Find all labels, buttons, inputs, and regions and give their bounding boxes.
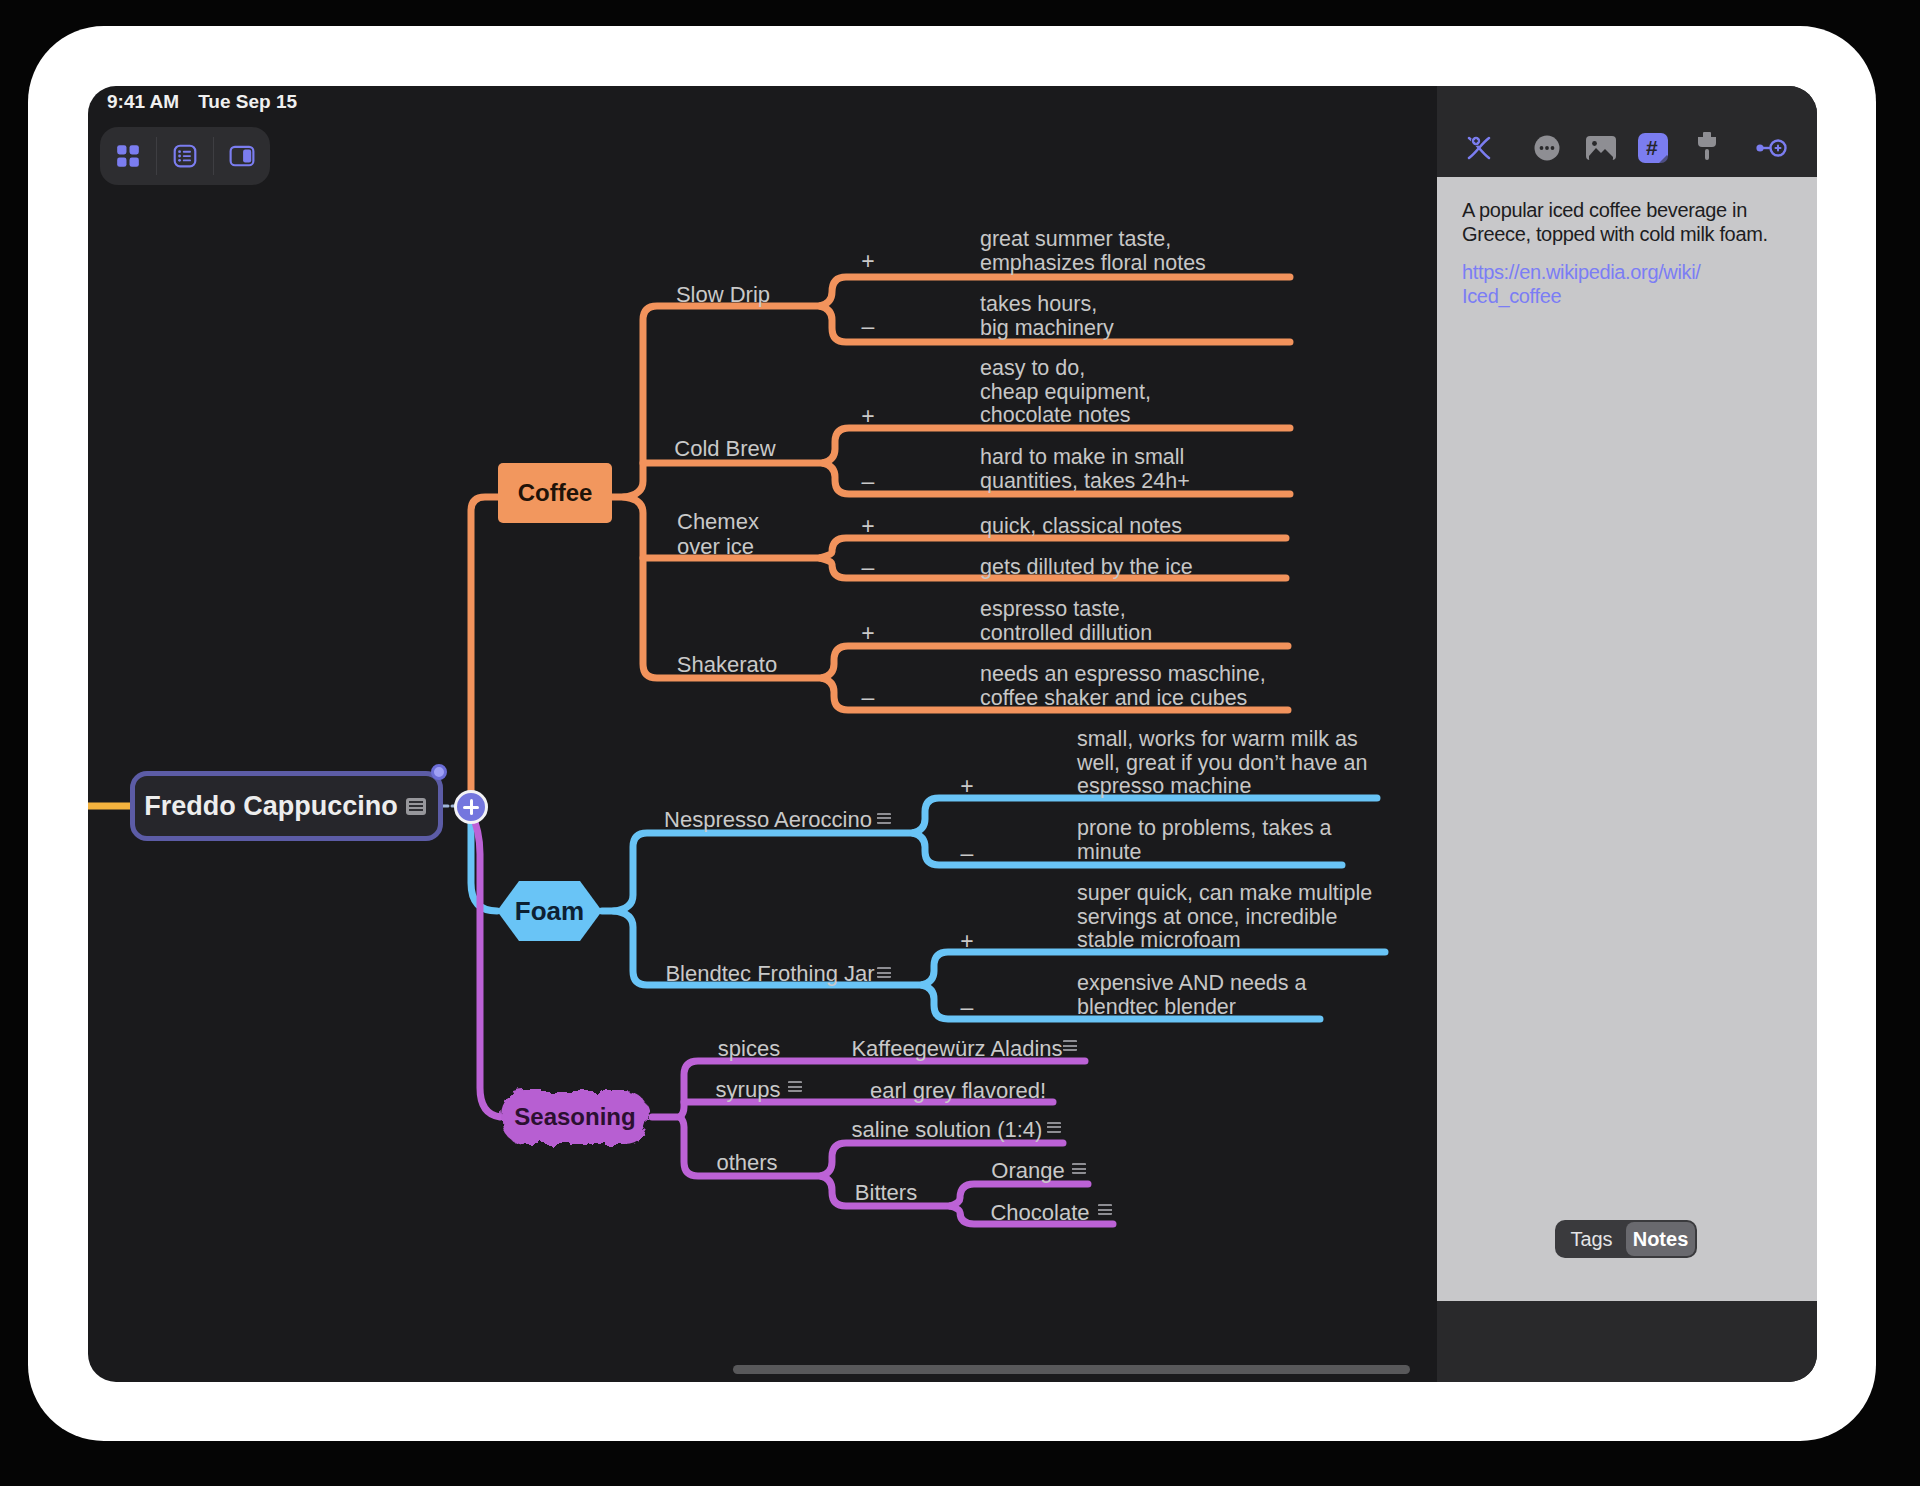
node-saline[interactable]: saline solution (1:4) (852, 1117, 1043, 1142)
shakerato-cons[interactable]: needs an espresso maschine, coffee shake… (980, 663, 1266, 710)
con-symbol: – (862, 468, 875, 495)
coffee-node[interactable]: Coffee (498, 463, 612, 523)
notes-panel: A popular iced coffee beverage in Greece… (1437, 177, 1817, 1301)
chemex-pros[interactable]: quick, classical notes (980, 515, 1182, 539)
slow-drip-pros[interactable]: great summer taste, emphasizes floral no… (980, 228, 1206, 275)
note-icon[interactable] (788, 1081, 802, 1092)
svg-text:#: # (1646, 136, 1658, 159)
note-icon[interactable] (1072, 1163, 1086, 1174)
node-earl-grey[interactable]: earl grey flavored! (870, 1078, 1046, 1103)
horizontal-scrollbar[interactable] (733, 1365, 1410, 1374)
note-icon[interactable] (877, 967, 891, 978)
root-handle-dot[interactable] (431, 764, 447, 780)
chemex-cons[interactable]: gets dilluted by the ice (980, 556, 1193, 580)
node-chemex[interactable]: Chemex over ice (677, 509, 759, 559)
pro-symbol: + (960, 773, 973, 800)
tags-notes-switcher: Tags Notes (1555, 1220, 1697, 1258)
con-symbol: – (862, 554, 875, 581)
con-symbol: – (862, 313, 875, 340)
con-symbol: – (961, 840, 974, 867)
slow-drip-cons[interactable]: takes hours, big machinery (980, 293, 1114, 340)
node-chocolate[interactable]: Chocolate (990, 1200, 1089, 1225)
link-node-icon[interactable] (1755, 130, 1789, 166)
more-icon[interactable] (1533, 130, 1561, 166)
note-icon[interactable] (1063, 1040, 1077, 1051)
node-others[interactable]: others (716, 1150, 777, 1175)
blendtec-pros[interactable]: super quick, can make multiple servings … (1077, 882, 1372, 953)
pro-symbol: + (960, 928, 973, 955)
blendtec-cons[interactable]: expensive AND needs a blendtec blender (1077, 972, 1306, 1019)
note-text: A popular iced coffee beverage in Greece… (1462, 199, 1814, 246)
pro-symbol: + (861, 403, 874, 430)
node-orange[interactable]: Orange (991, 1158, 1064, 1183)
node-bitters[interactable]: Bitters (855, 1180, 917, 1205)
connections-icon[interactable] (1463, 130, 1495, 166)
tags-notes-icon[interactable]: # (1637, 130, 1669, 166)
app-screen: 9:41 AM Tue Sep 15 100% (88, 86, 1817, 1382)
node-shakerato[interactable]: Shakerato (677, 652, 777, 677)
node-nespresso[interactable]: Nespresso Aeroccino (664, 807, 872, 832)
note-icon[interactable] (1047, 1122, 1061, 1133)
tab-tags[interactable]: Tags (1557, 1222, 1626, 1256)
note-icon[interactable] (877, 813, 891, 824)
nespresso-pros[interactable]: small, works for warm milk as well, grea… (1077, 728, 1367, 799)
inspector-sidebar: # A popular iced coffee beverage in Gree… (1437, 86, 1817, 1382)
node-kaffeegewurz[interactable]: Kaffeegewürz Aladins (851, 1036, 1062, 1061)
root-node-label: Freddo Cappuccino (144, 791, 398, 822)
cold-brew-pros[interactable]: easy to do, cheap equipment, chocolate n… (980, 357, 1151, 428)
note-icon[interactable] (1098, 1204, 1112, 1215)
node-spices[interactable]: spices (718, 1036, 780, 1061)
foam-node[interactable]: Foam (497, 881, 602, 941)
tab-notes[interactable]: Notes (1626, 1222, 1695, 1256)
con-symbol: – (961, 994, 974, 1021)
pro-symbol: + (861, 513, 874, 540)
root-note-icon[interactable] (406, 798, 426, 815)
style-brush-icon[interactable] (1692, 130, 1722, 166)
node-slow-drip[interactable]: Slow Drip (676, 282, 770, 307)
pro-symbol: + (861, 248, 874, 275)
cold-brew-cons[interactable]: hard to make in small quantities, takes … (980, 446, 1190, 493)
con-symbol: – (862, 684, 875, 711)
add-child-button[interactable] (454, 790, 488, 824)
pro-symbol: + (861, 620, 874, 647)
shakerato-pros[interactable]: espresso taste, controlled dillution (980, 598, 1152, 645)
note-link[interactable]: https://en.wikipedia.org/wiki/ Iced_coff… (1462, 261, 1701, 308)
image-icon[interactable] (1585, 130, 1617, 166)
seasoning-node[interactable]: Seasoning (498, 1088, 652, 1146)
device-frame: 9:41 AM Tue Sep 15 100% (28, 26, 1876, 1441)
node-blendtec[interactable]: Blendtec Frothing Jar (665, 961, 874, 986)
node-cold-brew[interactable]: Cold Brew (674, 436, 775, 461)
nespresso-cons[interactable]: prone to problems, takes a minute (1077, 817, 1332, 864)
node-syrups[interactable]: syrups (716, 1077, 781, 1102)
